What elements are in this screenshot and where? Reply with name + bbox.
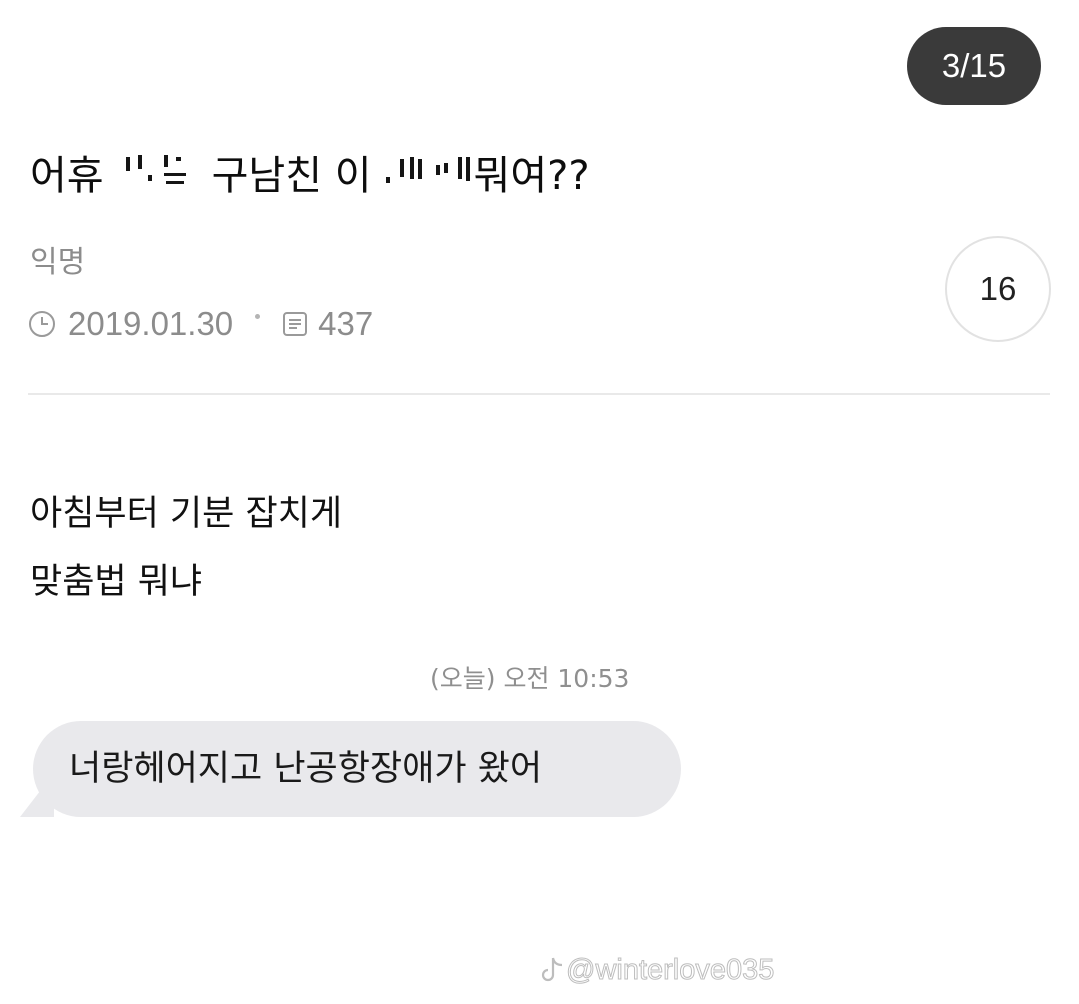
views-icon bbox=[282, 310, 308, 338]
censored-text bbox=[120, 151, 198, 191]
message-bubble: 너랑헤어지고 난공항장애가 왔어 bbox=[33, 721, 681, 817]
post-body: 아침부터 기분 잡치게 맞춤법 뭐냐 bbox=[30, 480, 342, 616]
divider bbox=[28, 393, 1050, 395]
watermark: @winterlove035 bbox=[540, 950, 775, 990]
post-date: 2019.01.30 bbox=[68, 305, 234, 342]
censored-text bbox=[378, 151, 474, 191]
meta-separator bbox=[255, 313, 261, 319]
post-title: 어휴 구남친 이 뭐여?? bbox=[30, 144, 590, 208]
post-body-line: 아침부터 기분 잡치게 bbox=[30, 494, 343, 534]
post-body-line: 맞춤법 뭐냐 bbox=[30, 562, 203, 602]
post-title-part2: 구남친 이 bbox=[211, 153, 372, 199]
page-indicator: 3/15 bbox=[907, 27, 1041, 105]
author-name: 익명 bbox=[30, 245, 86, 280]
watermark-text: @winterlove035 bbox=[565, 953, 775, 986]
clock-icon bbox=[28, 310, 56, 338]
message-timestamp: (오늘) 오전 10:53 bbox=[430, 664, 630, 693]
post-title-part1: 어휴 bbox=[30, 153, 104, 199]
tiktok-icon bbox=[540, 956, 566, 984]
comment-count-button[interactable]: 16 bbox=[945, 236, 1051, 342]
view-count: 437 bbox=[318, 305, 374, 342]
post-meta: 2019.01.30 437 bbox=[28, 302, 373, 346]
post-title-part3: 뭐여?? bbox=[473, 153, 590, 199]
